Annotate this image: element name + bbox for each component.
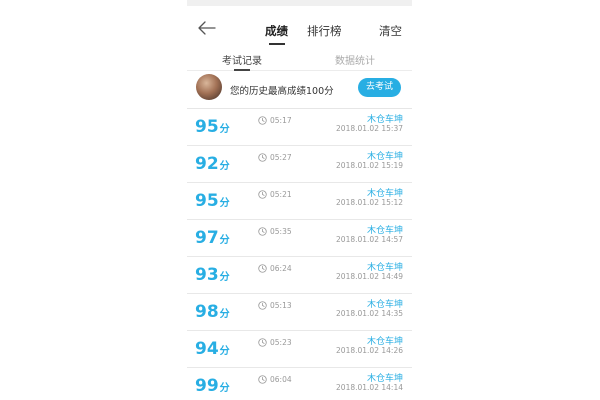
score: 99分 <box>195 376 230 396</box>
time-value: 14:57 <box>381 235 403 244</box>
score: 92分 <box>195 154 230 174</box>
time-value: 14:35 <box>381 309 403 318</box>
duration: 06:04 <box>258 375 292 384</box>
score-unit: 分 <box>219 124 230 135</box>
time-value: 15:19 <box>381 161 403 170</box>
tab-leaderboard[interactable]: 排行榜 <box>307 23 342 39</box>
score: 98分 <box>195 302 230 322</box>
list-item[interactable]: 98分 05:13 木仓车坤 2018.01.02 14:35 <box>187 294 412 331</box>
back-button[interactable] <box>197 20 217 35</box>
score-unit: 分 <box>219 198 230 209</box>
score-unit: 分 <box>219 161 230 172</box>
clock-icon <box>258 116 267 125</box>
list-item[interactable]: 95分 05:17 木仓车坤 2018.01.02 15:37 <box>187 109 412 146</box>
list-item[interactable]: 97分 05:35 木仓车坤 2018.01.02 14:57 <box>187 220 412 257</box>
timestamp: 2018.01.02 14:14 <box>336 383 403 392</box>
duration: 05:35 <box>258 227 292 236</box>
clock-icon <box>258 153 267 162</box>
score-unit: 分 <box>219 309 230 320</box>
best-score-banner: 您的历史最高成绩100分 去考试 <box>187 71 412 109</box>
time-value: 14:26 <box>381 346 403 355</box>
date-value: 2018.01.02 <box>336 383 379 392</box>
header: 成绩 排行榜 清空 <box>187 6 412 45</box>
score-value: 94 <box>195 339 219 359</box>
score-value: 97 <box>195 228 219 248</box>
duration-value: 05:21 <box>270 190 292 199</box>
time-value: 14:14 <box>381 383 403 392</box>
record-list: 95分 05:17 木仓车坤 2018.01.02 15:37 92分 05:27 木仓车坤… <box>187 109 412 400</box>
app-screen: 成绩 排行榜 清空 考试记录 数据统计 您的历史最高成绩100分 去考试 95分… <box>187 0 412 400</box>
list-item[interactable]: 95分 05:21 木仓车坤 2018.01.02 15:12 <box>187 183 412 220</box>
duration-value: 05:23 <box>270 338 292 347</box>
date-value: 2018.01.02 <box>336 161 379 170</box>
timestamp: 2018.01.02 15:37 <box>336 124 403 133</box>
clock-icon <box>258 375 267 384</box>
timestamp: 2018.01.02 15:19 <box>336 161 403 170</box>
clock-icon <box>258 301 267 310</box>
score: 95分 <box>195 191 230 211</box>
duration-value: 06:04 <box>270 375 292 384</box>
timestamp: 2018.01.02 14:35 <box>336 309 403 318</box>
duration-value: 05:35 <box>270 227 292 236</box>
score-unit: 分 <box>219 346 230 357</box>
score-unit: 分 <box>219 235 230 246</box>
subtab-statistics[interactable]: 数据统计 <box>335 52 375 67</box>
list-item[interactable]: 99分 06:04 木仓车坤 2018.01.02 14:14 <box>187 368 412 400</box>
clock-icon <box>258 338 267 347</box>
score: 97分 <box>195 228 230 248</box>
timestamp: 2018.01.02 14:26 <box>336 346 403 355</box>
duration: 06:24 <box>258 264 292 273</box>
duration: 05:21 <box>258 190 292 199</box>
list-item[interactable]: 94分 05:23 木仓车坤 2018.01.02 14:26 <box>187 331 412 368</box>
subtab-bar: 考试记录 数据统计 <box>187 44 412 71</box>
date-value: 2018.01.02 <box>336 198 379 207</box>
list-item[interactable]: 93分 06:24 木仓车坤 2018.01.02 14:49 <box>187 257 412 294</box>
score-value: 98 <box>195 302 219 322</box>
clear-button[interactable]: 清空 <box>379 23 402 39</box>
take-exam-button[interactable]: 去考试 <box>358 78 401 97</box>
duration: 05:17 <box>258 116 292 125</box>
subtab-exam-records[interactable]: 考试记录 <box>222 52 262 67</box>
score-value: 99 <box>195 376 219 396</box>
duration-value: 06:24 <box>270 264 292 273</box>
clock-icon <box>258 227 267 236</box>
clock-icon <box>258 264 267 273</box>
score: 95分 <box>195 117 230 137</box>
timestamp: 2018.01.02 14:49 <box>336 272 403 281</box>
list-item[interactable]: 92分 05:27 木仓车坤 2018.01.02 15:19 <box>187 146 412 183</box>
score-value: 95 <box>195 117 219 137</box>
tab-scores[interactable]: 成绩 <box>265 23 288 39</box>
score: 93分 <box>195 265 230 285</box>
time-value: 14:49 <box>381 272 403 281</box>
score-value: 93 <box>195 265 219 285</box>
date-value: 2018.01.02 <box>336 346 379 355</box>
duration: 05:13 <box>258 301 292 310</box>
duration-value: 05:17 <box>270 116 292 125</box>
best-score-text: 您的历史最高成绩100分 <box>230 86 334 97</box>
score-unit: 分 <box>219 272 230 283</box>
duration: 05:27 <box>258 153 292 162</box>
timestamp: 2018.01.02 15:12 <box>336 198 403 207</box>
date-value: 2018.01.02 <box>336 272 379 281</box>
time-value: 15:37 <box>381 124 403 133</box>
duration: 05:23 <box>258 338 292 347</box>
date-value: 2018.01.02 <box>336 309 379 318</box>
duration-value: 05:27 <box>270 153 292 162</box>
clock-icon <box>258 190 267 199</box>
timestamp: 2018.01.02 14:57 <box>336 235 403 244</box>
score-value: 95 <box>195 191 219 211</box>
date-value: 2018.01.02 <box>336 235 379 244</box>
score: 94分 <box>195 339 230 359</box>
date-value: 2018.01.02 <box>336 124 379 133</box>
arrow-left-icon <box>198 21 216 35</box>
score-value: 92 <box>195 154 219 174</box>
avatar <box>196 74 222 100</box>
time-value: 15:12 <box>381 198 403 207</box>
duration-value: 05:13 <box>270 301 292 310</box>
score-unit: 分 <box>219 383 230 394</box>
